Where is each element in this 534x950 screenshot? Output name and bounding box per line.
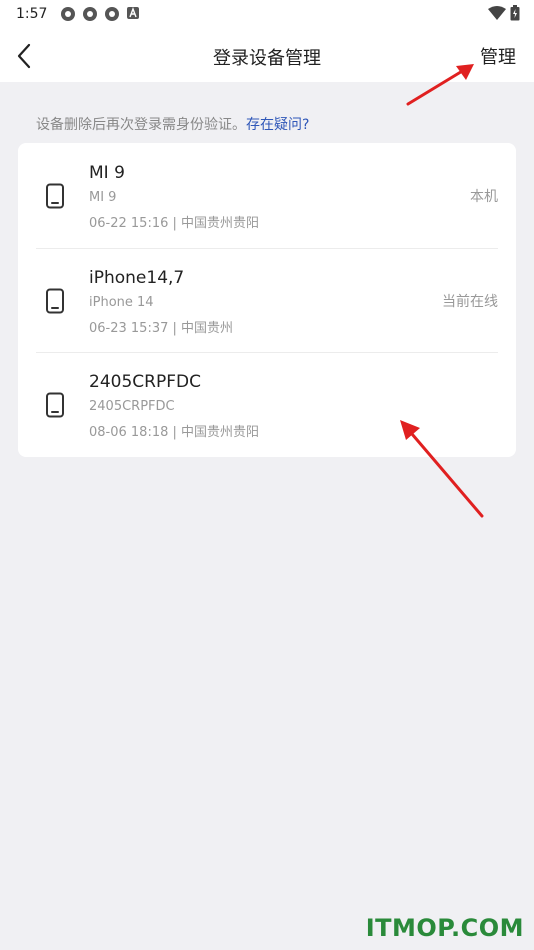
device-login-info: 06-23 15:37 | 中国贵州 [89, 321, 234, 336]
app-notification-icon [61, 7, 75, 21]
device-model: MI 9 [89, 190, 117, 205]
device-status: 当前在线 [442, 294, 498, 310]
help-link[interactable]: 存在疑问? [246, 117, 309, 133]
system-status-icons [488, 5, 520, 21]
device-login-info: 08-06 18:18 | 中国贵州贵阳 [89, 425, 260, 440]
status-time: 1:57 [16, 6, 48, 22]
phone-icon [46, 183, 64, 209]
hint-line: 设备删除后再次登录需身份验证。存在疑问? [36, 114, 309, 134]
battery-icon [510, 5, 520, 21]
letter-a-icon [127, 7, 139, 19]
device-model: iPhone 14 [89, 295, 154, 310]
app-notification-icon [105, 7, 119, 21]
phone-icon [46, 392, 64, 418]
device-name: iPhone14,7 [89, 268, 185, 288]
device-item[interactable]: 2405CRPFDC 2405CRPFDC 08-06 18:18 | 中国贵州… [18, 352, 516, 456]
device-model: 2405CRPFDC [89, 399, 175, 414]
hint-text: 设备删除后再次登录需身份验证。 [36, 117, 246, 133]
wifi-icon [488, 6, 506, 20]
device-name: MI 9 [89, 163, 125, 183]
watermark-logo: ITMOP.COM [365, 914, 524, 942]
device-name: 2405CRPFDC [89, 372, 201, 392]
device-list: MI 9 MI 9 06-22 15:16 | 中国贵州贵阳 本机 iPhone… [18, 143, 516, 457]
device-item[interactable]: MI 9 MI 9 06-22 15:16 | 中国贵州贵阳 本机 [18, 143, 516, 247]
app-notification-icon [83, 7, 97, 21]
notification-icons [60, 6, 140, 22]
device-item[interactable]: iPhone14,7 iPhone 14 06-23 15:37 | 中国贵州 … [18, 248, 516, 352]
manage-button[interactable]: 管理 [480, 43, 516, 69]
app-bar: 登录设备管理 管理 [0, 30, 534, 82]
device-login-info: 06-22 15:16 | 中国贵州贵阳 [89, 216, 260, 231]
device-status: 本机 [470, 189, 498, 205]
status-bar: 1:57 [0, 0, 534, 30]
page-title: 登录设备管理 [213, 48, 321, 69]
phone-icon [46, 288, 64, 314]
